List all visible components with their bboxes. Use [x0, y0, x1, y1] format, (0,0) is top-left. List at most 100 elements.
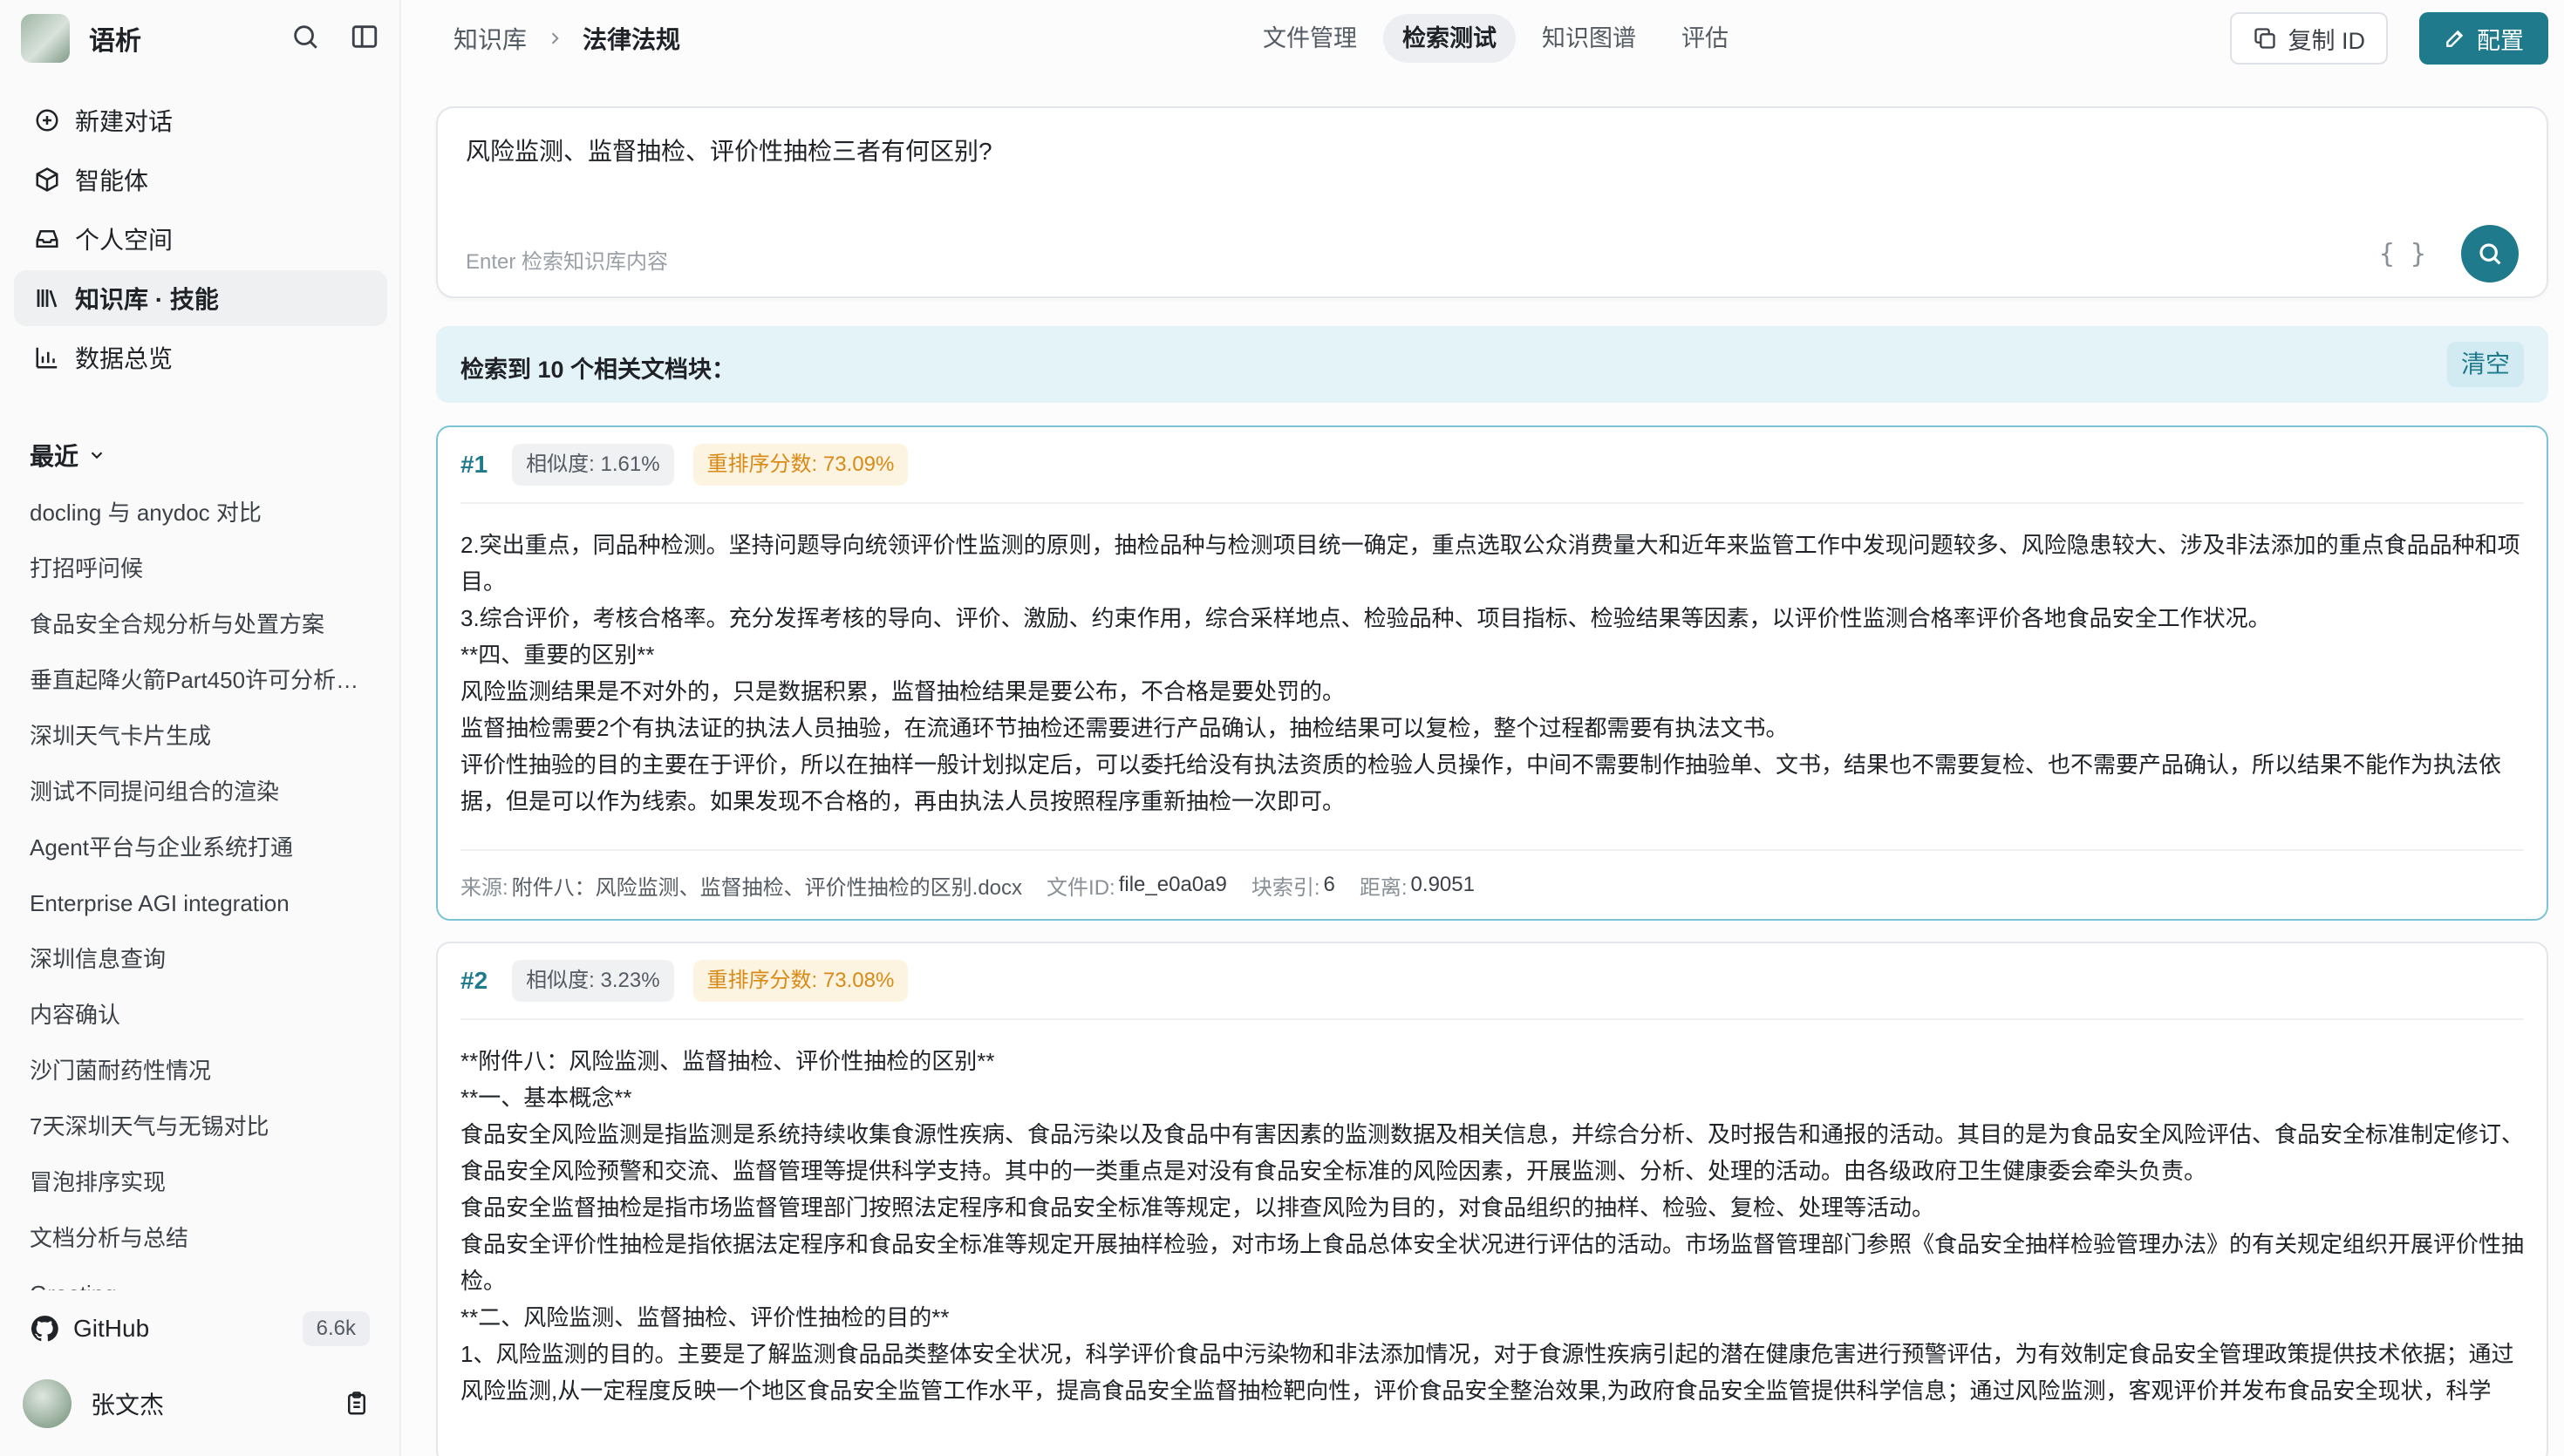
- sidebar-item-label: 新建对话: [75, 108, 174, 135]
- tab-bar: 文件管理 检索测试 知识图谱 评估: [1244, 14, 1755, 63]
- recent-header[interactable]: 最近: [30, 438, 106, 473]
- result-summary: 检索到 10 个相关文档块：: [460, 357, 736, 383]
- rerank-score-badge: 重排序分数: 73.08%: [692, 960, 909, 1002]
- sidebar: 语析 新建对话 智能体 个人空间 知识库 · 技能 数据总览 最近 doclin…: [0, 0, 401, 1456]
- result-rank: #1: [460, 451, 488, 478]
- recent-item[interactable]: 深圳信息查询: [30, 938, 378, 994]
- sidebar-item-label: 智能体: [75, 167, 149, 194]
- query-input[interactable]: 风险监测、监督抽检、评价性抽检三者有何区别?: [466, 133, 992, 167]
- braces-icon[interactable]: { }: [2379, 239, 2426, 269]
- sidebar-toggle-icon[interactable]: [347, 19, 382, 54]
- result-card[interactable]: #1 相似度: 1.61% 重排序分数: 73.09% 2.突出重点，同品种检测…: [436, 425, 2548, 921]
- sidebar-item-label: 知识库 · 技能: [75, 286, 219, 313]
- copy-id-button[interactable]: 复制 ID: [2230, 12, 2388, 65]
- copy-icon: [2254, 28, 2276, 49]
- recent-item[interactable]: 内容确认: [30, 994, 378, 1050]
- recent-item[interactable]: docling 与 anydoc 对比: [30, 492, 378, 548]
- user-profile[interactable]: 张文杰: [23, 1376, 370, 1432]
- recent-item[interactable]: 冒泡排序实现: [30, 1161, 378, 1217]
- app-logo: [21, 14, 70, 63]
- content-line: **一、基本概念**: [460, 1085, 632, 1111]
- content-line: **二、风险监测、监督抽检、评价性抽检的目的**: [460, 1304, 950, 1330]
- sidebar-nav: 新建对话 智能体 个人空间 知识库 · 技能 数据总览: [14, 92, 387, 389]
- avatar: [23, 1379, 72, 1428]
- content-line: 食品安全风险监测是指监测是系统持续收集食源性疾病、食品污染以及食品中有害因素的监…: [460, 1121, 2525, 1184]
- query-hint: Enter 检索知识库内容: [466, 250, 669, 274]
- search-icon: [2479, 243, 2501, 265]
- tab-file-management[interactable]: 文件管理: [1244, 14, 1376, 63]
- search-button[interactable]: [2461, 225, 2519, 282]
- copy-id-label: 复制 ID: [2288, 27, 2365, 54]
- query-box[interactable]: 风险监测、监督抽检、评价性抽检三者有何区别? Enter 检索知识库内容 { }: [436, 106, 2548, 298]
- recent-item[interactable]: 测试不同提问组合的渲染: [30, 771, 378, 827]
- top-header: 知识库 法律法规 文件管理 检索测试 知识图谱 评估 复制 ID 配置: [403, 0, 2564, 78]
- breadcrumb-parent[interactable]: 知识库: [453, 21, 527, 56]
- recent-item[interactable]: 垂直起降火箭Part450许可分析与实施路径: [30, 659, 378, 715]
- tab-retrieval-test[interactable]: 检索测试: [1383, 14, 1516, 63]
- result-card[interactable]: #2 相似度: 3.23% 重排序分数: 73.08% **附件八：风险监测、监…: [436, 942, 2548, 1456]
- content-line: 3.综合评价，考核合格率。充分发挥考核的导向、评价、激励、约束作用，综合采样地点…: [460, 605, 2271, 631]
- search-icon[interactable]: [288, 19, 323, 54]
- card-header: #1 相似度: 1.61% 重排序分数: 73.09%: [460, 427, 2524, 504]
- clear-button[interactable]: 清空: [2446, 342, 2524, 387]
- recent-item[interactable]: Agent平台与企业系统打通: [30, 827, 378, 882]
- file-id-label: 文件ID:: [1047, 875, 1115, 900]
- content-line: 食品安全监督抽检是指市场监督管理部门按照法定程序和食品安全标准等规定，以排查风险…: [460, 1194, 1935, 1221]
- github-label: GitHub: [73, 1315, 150, 1342]
- recent-item[interactable]: Enterprise AGI integration: [30, 882, 378, 938]
- recent-item[interactable]: 沙门菌耐药性情况: [30, 1050, 378, 1106]
- github-link[interactable]: GitHub 6.6k: [30, 1304, 370, 1353]
- recent-conversation-list: docling 与 anydoc 对比 打招呼问候 食品安全合规分析与处置方案 …: [30, 492, 378, 1294]
- inbox-icon: [31, 223, 63, 255]
- breadcrumb-current: 法律法规: [583, 26, 681, 53]
- github-stars-badge: 6.6k: [302, 1311, 370, 1346]
- sidebar-item-knowledge-base[interactable]: 知识库 · 技能: [14, 270, 387, 326]
- user-name: 张文杰: [91, 1391, 165, 1419]
- recent-item[interactable]: 食品安全合规分析与处置方案: [30, 603, 378, 659]
- sidebar-item-data-overview[interactable]: 数据总览: [14, 330, 387, 385]
- distance-value: 0.9051: [1410, 873, 1475, 896]
- recent-item[interactable]: 打招呼问候: [30, 548, 378, 603]
- source-file: 附件八：风险监测、监督抽检、评价性抽检的区别.docx: [511, 875, 1023, 900]
- sidebar-item-personal-space[interactable]: 个人空间: [14, 211, 387, 267]
- tab-evaluation[interactable]: 评估: [1662, 14, 1748, 63]
- sidebar-item-new-chat[interactable]: 新建对话: [14, 92, 387, 148]
- recent-title: 最近: [30, 443, 79, 470]
- sidebar-item-agents[interactable]: 智能体: [14, 152, 387, 208]
- result-rank: #2: [460, 967, 488, 994]
- similarity-badge: 相似度: 3.23%: [512, 960, 674, 1002]
- app-name: 语析: [89, 27, 141, 56]
- sidebar-footer: GitHub 6.6k 张文杰: [0, 1290, 399, 1456]
- result-content: **附件八：风险监测、监督抽检、评价性抽检的区别** **一、基本概念** 食品…: [460, 1043, 2524, 1409]
- tab-knowledge-graph[interactable]: 知识图谱: [1523, 14, 1655, 63]
- recent-item[interactable]: 文档分析与总结: [30, 1217, 378, 1273]
- chevron-down-icon: [91, 452, 103, 459]
- content-line: 1、风险监测的目的。主要是了解监测食品品类整体安全状况，科学评价食品中污染物和非…: [460, 1341, 2514, 1404]
- sidebar-item-label: 个人空间: [75, 227, 174, 254]
- recent-item[interactable]: 7天深圳天气与无锡对比: [30, 1106, 378, 1161]
- config-button[interactable]: 配置: [2419, 12, 2548, 65]
- content-line: 监督抽检需要2个有执法证的执法人员抽验，在流通环节抽检还需要进行产品确认，抽检结…: [460, 715, 1789, 741]
- content-line: 评价性抽验的目的主要在于评价，所以在抽样一般计划拟定后，可以委托给没有执法资质的…: [460, 752, 2502, 814]
- similarity-badge: 相似度: 1.61%: [512, 444, 674, 486]
- pencil-icon: [2446, 30, 2464, 47]
- library-icon: [31, 282, 63, 314]
- file-id-value: file_e0a0a9: [1118, 873, 1227, 896]
- plus-circle-icon: [31, 105, 63, 136]
- config-label: 配置: [2477, 27, 2524, 54]
- breadcrumb: 知识库 法律法规: [453, 21, 680, 56]
- result-summary-bar: 检索到 10 个相关文档块： 清空: [436, 326, 2548, 403]
- chunk-index-label: 块索引:: [1251, 875, 1320, 900]
- chunk-index-value: 6: [1323, 873, 1335, 896]
- cube-icon: [31, 164, 63, 195]
- clipboard-icon[interactable]: [344, 1391, 370, 1417]
- content-line: 2.突出重点，同品种检测。坚持问题导向统领评价性监测的原则，抽检品种与检测项目统…: [460, 532, 2520, 595]
- card-header: #2 相似度: 3.23% 重排序分数: 73.08%: [460, 943, 2524, 1020]
- distance-label: 距离:: [1359, 875, 1408, 900]
- result-metadata: 来源: 附件八：风险监测、监督抽检、评价性抽检的区别.docx 文件ID: fi…: [460, 849, 2524, 919]
- recent-item[interactable]: 深圳天气卡片生成: [30, 715, 378, 771]
- content-line: **附件八：风险监测、监督抽检、评价性抽检的区别**: [460, 1048, 995, 1074]
- rerank-score-badge: 重排序分数: 73.09%: [692, 444, 909, 486]
- brand[interactable]: 语析: [21, 12, 141, 65]
- chevron-right-icon: [546, 30, 563, 47]
